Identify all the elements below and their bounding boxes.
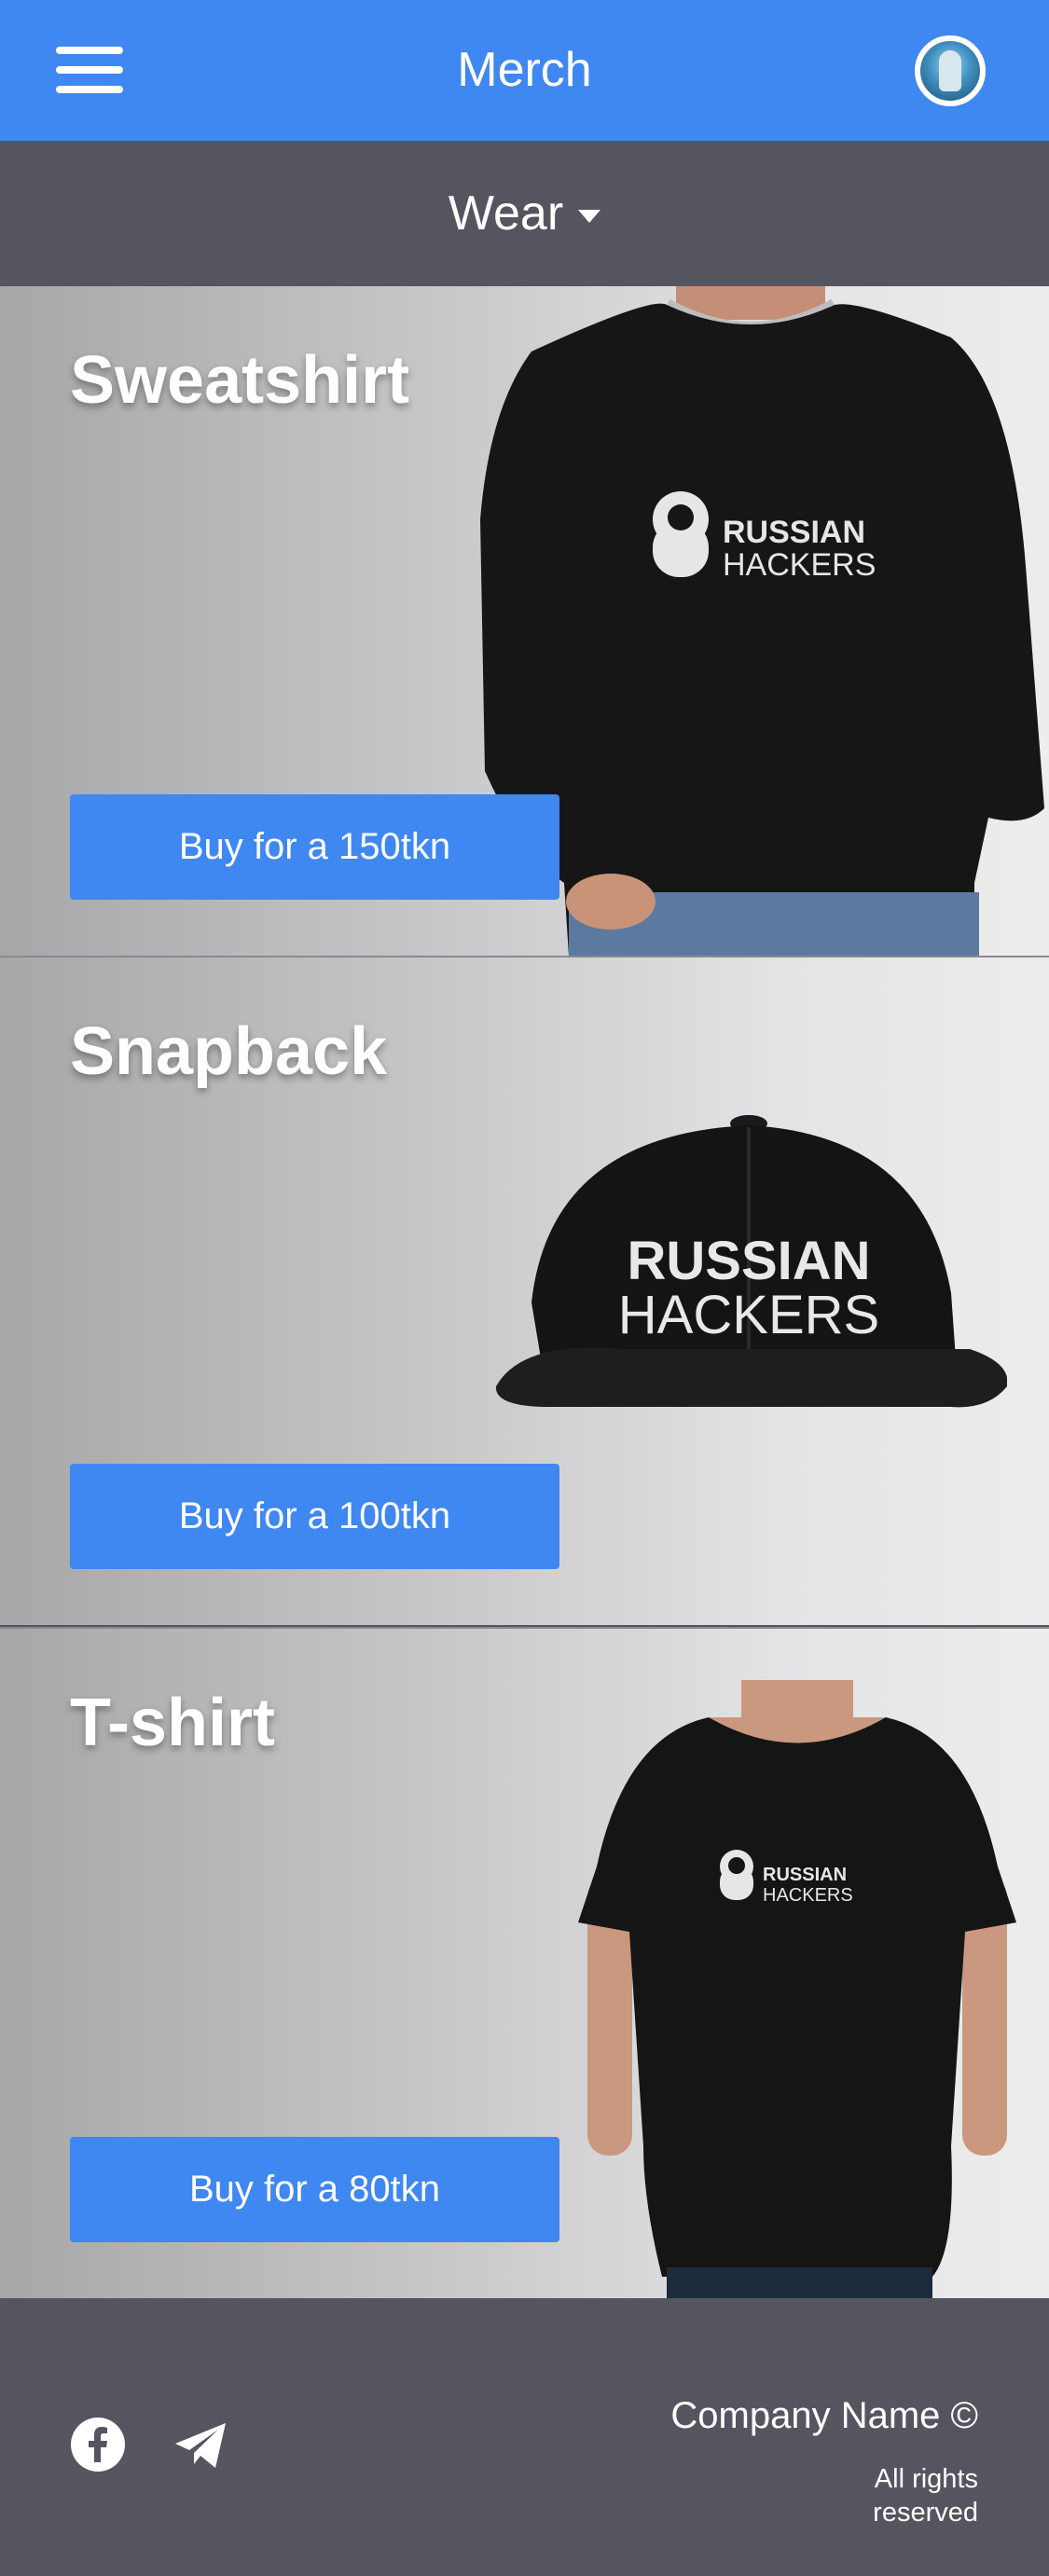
product-title: Snapback bbox=[70, 1014, 388, 1089]
social-links bbox=[69, 2416, 229, 2473]
tshirt-image: RUSSIAN HACKERS bbox=[578, 1680, 1016, 2298]
buy-tshirt-button[interactable]: Buy for a 80tkn bbox=[70, 2137, 559, 2242]
snapback-print-line1: RUSSIAN bbox=[627, 1231, 870, 1291]
telegram-icon[interactable] bbox=[172, 2416, 229, 2473]
tshirt-print-line2: HACKERS bbox=[763, 1885, 853, 1906]
user-avatar[interactable] bbox=[915, 35, 986, 106]
page-title: Merch bbox=[457, 43, 592, 97]
top-app-bar: Merch bbox=[0, 0, 1049, 141]
snapback-print-line2: HACKERS bbox=[618, 1285, 879, 1345]
snapback-image: RUSSIAN HACKERS bbox=[495, 1115, 1007, 1408]
category-bar: Wear bbox=[0, 141, 1049, 286]
facebook-icon[interactable] bbox=[69, 2416, 127, 2473]
sweatshirt-print-line1: RUSSIAN bbox=[723, 515, 865, 550]
tshirt-print-line1: RUSSIAN bbox=[763, 1865, 847, 1885]
footer: Company Name © All rights reserved bbox=[0, 2298, 1049, 2576]
product-card-sweatshirt: Sweatshirt RUSSIAN HACKERS Buy for a 150… bbox=[0, 286, 1049, 956]
caret-down-icon bbox=[578, 210, 601, 223]
product-title: Sweatshirt bbox=[70, 343, 410, 418]
rights-text: All rights reserved bbox=[873, 2464, 978, 2528]
buy-sweatshirt-button[interactable]: Buy for a 150tkn bbox=[70, 794, 559, 900]
category-dropdown[interactable]: Wear bbox=[0, 141, 1049, 286]
sweatshirt-print-line2: HACKERS bbox=[723, 547, 876, 583]
product-card-snapback: Snapback RUSSIAN HACKERS Buy for a 100tk… bbox=[0, 956, 1049, 1625]
company-name: Company Name © bbox=[670, 2395, 978, 2436]
category-label: Wear bbox=[448, 186, 564, 241]
product-title: T-shirt bbox=[70, 1686, 276, 1760]
buy-snapback-button[interactable]: Buy for a 100tkn bbox=[70, 1464, 559, 1569]
product-card-tshirt: T-shirt RUSSIAN HACKERS Buy for a 80tkn bbox=[0, 1627, 1049, 2298]
